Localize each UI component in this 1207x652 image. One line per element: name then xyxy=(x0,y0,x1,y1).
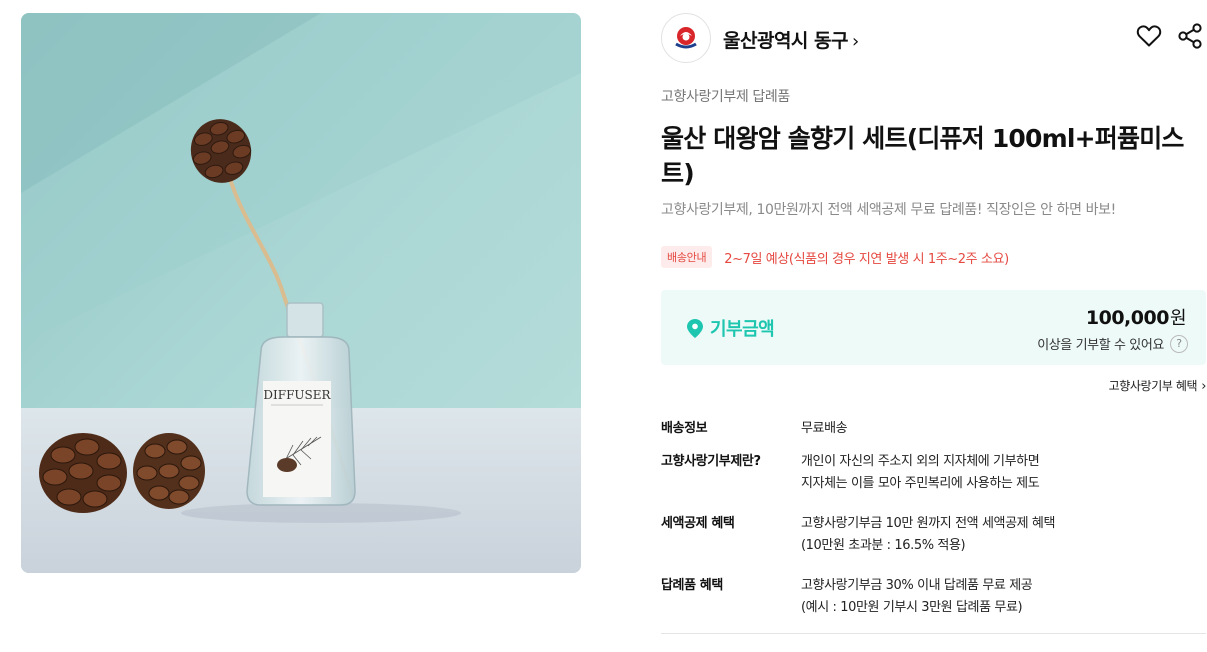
seller-name: 울산광역시 동구 xyxy=(723,30,848,52)
detail-line: (예시 : 10만원 기부시 3만원 답례품 무료) xyxy=(801,600,1023,615)
seller-header: 울산광역시 동구 › xyxy=(661,13,1206,63)
detail-row-tax: 세액공제 혜택 고향사랑기부금 10만 원까지 전액 세액공제 혜택 (10만원… xyxy=(661,513,1206,575)
share-icon[interactable] xyxy=(1177,23,1203,49)
chevron-right-icon: › xyxy=(851,31,859,52)
detail-line: (10만원 초과분 : 16.5% 적용) xyxy=(801,538,966,553)
product-image: DIFFUSER xyxy=(21,13,581,573)
detail-value: 고향사랑기부금 30% 이내 답례품 무료 제공 (예시 : 10만원 기부시 … xyxy=(801,575,1033,635)
detail-label: 배송정보 xyxy=(661,421,708,436)
location-pin-icon xyxy=(687,318,703,338)
product-subtitle: 고향사랑기부제, 10만원까지 전액 세액공제 무료 답례품! 직장인은 안 하… xyxy=(661,202,1116,218)
detail-value: 개인이 자신의 주소지 외의 지자체에 기부하면 지자체는 이를 모아 주민복리… xyxy=(801,451,1040,513)
detail-line: 개인이 자신의 주소지 외의 지자체에 기부하면 xyxy=(801,454,1040,469)
detail-label: 고향사랑기부제란? xyxy=(661,454,761,469)
detail-row-about: 고향사랑기부제란? 개인이 자신의 주소지 외의 지자체에 기부하면 지자체는 … xyxy=(661,451,1206,513)
chevron-right-icon: › xyxy=(1201,379,1206,394)
benefit-link[interactable]: 고향사랑기부 혜택 › xyxy=(1108,377,1207,394)
shipping-notice: 배송안내 2~7일 예상(식품의 경우 지연 발생 시 1주~2주 소요) xyxy=(661,246,1009,268)
product-info: 울산광역시 동구 › 고향사랑기부제 답례품 울산 대왕암 솔향기 세트(디퓨저 … xyxy=(661,13,1206,615)
product-category: 고향사랑기부제 답례품 xyxy=(661,89,790,105)
help-icon[interactable]: ? xyxy=(1170,334,1188,353)
donation-amount-box: 기부금액 100,000원 이상을 기부할 수 있어요 ? xyxy=(661,290,1206,365)
donggu-emblem-icon[interactable] xyxy=(661,13,711,63)
shipping-text: 2~7일 예상(식품의 경우 지연 발생 시 1주~2주 소요) xyxy=(724,251,1009,267)
detail-row-gift: 답례품 혜택 고향사랑기부금 30% 이내 답례품 무료 제공 (예시 : 10… xyxy=(661,575,1206,635)
detail-line: 고향사랑기부금 30% 이내 답례품 무료 제공 xyxy=(801,578,1033,593)
shipping-badge: 배송안내 xyxy=(661,246,713,268)
detail-value: 고향사랑기부금 10만 원까지 전액 세액공제 혜택 (10만원 초과분 : 1… xyxy=(801,513,1055,575)
detail-row-shipping: 배송정보 무료배송 xyxy=(661,418,1206,451)
detail-list: 배송정보 무료배송 고향사랑기부제란? 개인이 자신의 주소지 외의 지자체에 … xyxy=(661,418,1206,635)
divider xyxy=(661,633,1206,634)
heart-icon[interactable] xyxy=(1136,24,1162,48)
detail-line: 고향사랑기부금 10만 원까지 전액 세액공제 혜택 xyxy=(801,516,1056,531)
benefit-link-label: 고향사랑기부 혜택 xyxy=(1108,379,1198,393)
donation-label: 기부금액 xyxy=(710,319,775,340)
detail-line: 지자체는 이를 모아 주민복리에 사용하는 제도 xyxy=(801,476,1040,491)
detail-label: 답례품 혜택 xyxy=(661,578,723,593)
detail-line: 무료배송 xyxy=(801,421,848,436)
donation-amount-unit: 원 xyxy=(1169,308,1187,329)
diffuser-photo: DIFFUSER xyxy=(21,13,581,573)
donation-label-group: 기부금액 xyxy=(687,315,775,341)
donation-amount: 100,000원 xyxy=(1085,304,1187,330)
product-title: 울산 대왕암 솔향기 세트(디퓨저 100ml+퍼퓸미스트) xyxy=(661,124,1184,188)
detail-value: 무료배송 xyxy=(801,418,848,451)
donation-amount-value: 100,000 xyxy=(1085,307,1170,329)
donation-note-text: 이상을 기부할 수 있어요 xyxy=(1037,338,1164,353)
diffuser-label: DIFFUSER xyxy=(263,388,331,402)
detail-label: 세액공제 혜택 xyxy=(661,516,735,531)
donation-note: 이상을 기부할 수 있어요 ? xyxy=(1037,334,1188,353)
seller-link[interactable]: 울산광역시 동구 › xyxy=(723,26,859,53)
